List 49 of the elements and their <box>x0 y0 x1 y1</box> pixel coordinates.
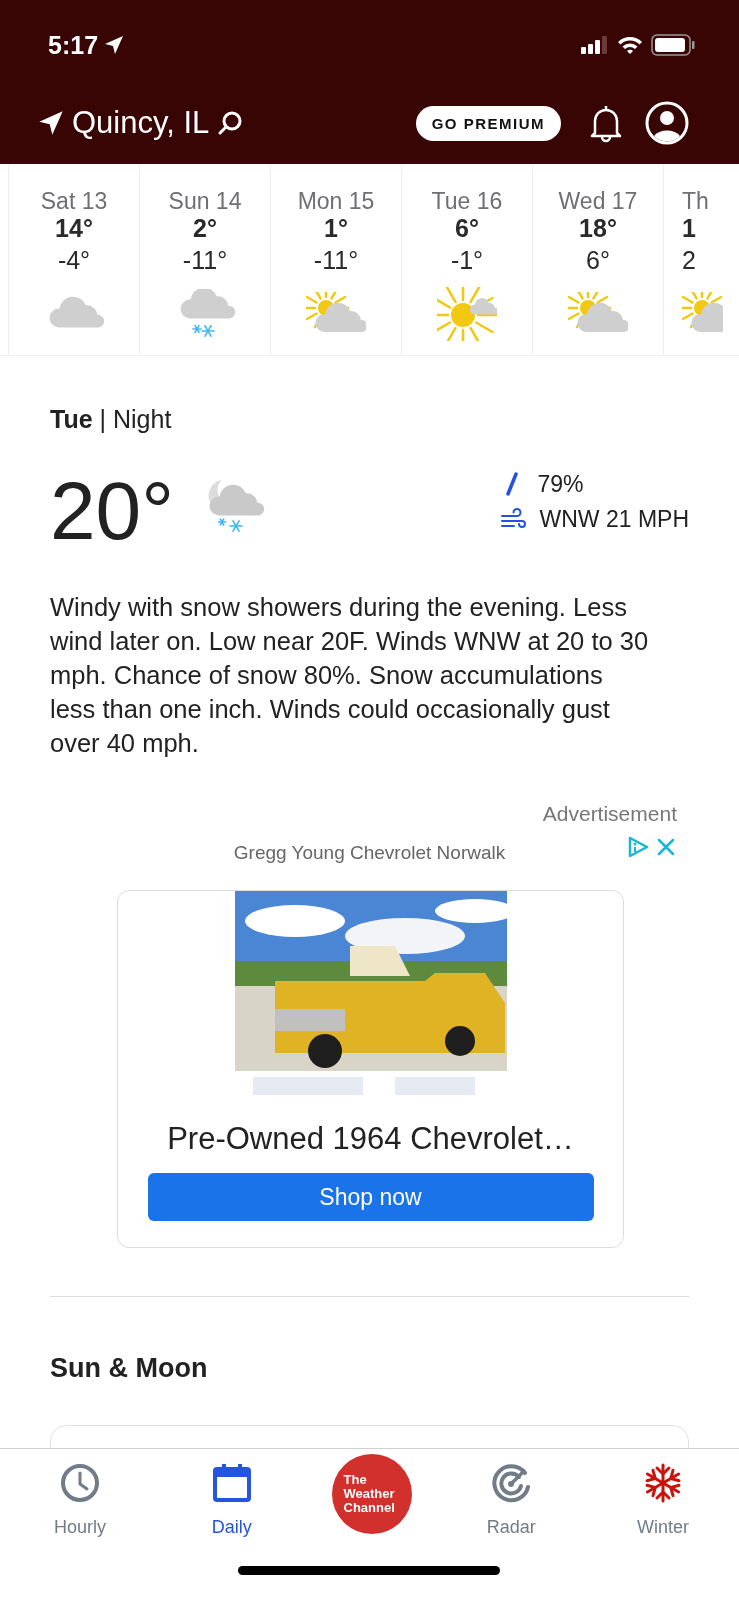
low-temperature: -4° <box>57 245 91 276</box>
current-temperature: 20° <box>50 466 174 556</box>
advertiser-name: Gregg Young Chevrolet Norwalk <box>233 842 506 864</box>
sun-cloud-icon <box>437 287 497 341</box>
day-label: Wed 17 <box>558 188 638 214</box>
battery-icon <box>651 34 695 56</box>
low-temperature: 6° <box>586 245 610 276</box>
day-label: Th <box>682 188 709 214</box>
signal-icon <box>581 36 609 54</box>
low-temperature: -1° <box>450 245 484 276</box>
status-time: 5:17 <box>48 30 99 60</box>
high-temperature: 2° <box>193 214 217 242</box>
calendar-icon <box>211 1463 252 1503</box>
ad-headline: Pre-Owned 1964 Chevrolet… <box>167 1120 574 1158</box>
tab[interactable]: Hourly <box>28 1449 132 1538</box>
high-temperature: 14° <box>55 214 93 242</box>
weather-channel-logo[interactable]: The Weather Channel <box>331 1454 412 1534</box>
high-temperature: 1 <box>682 214 696 242</box>
account-icon[interactable] <box>645 101 689 145</box>
day-label: Mon 15 <box>297 188 375 214</box>
location-arrow-icon <box>38 110 64 136</box>
location-arrow-icon <box>104 35 125 55</box>
low-temperature: 2 <box>682 245 696 276</box>
tab[interactable]: Winter <box>611 1449 715 1538</box>
high-temperature: 1° <box>324 214 348 242</box>
day-label: Tue 16 <box>431 188 503 214</box>
high-temperature: 6° <box>455 214 479 242</box>
period-title: Tue | Night <box>50 404 173 434</box>
day-label: Sun 14 <box>168 188 242 214</box>
tab[interactable]: Daily <box>179 1449 284 1538</box>
advertisement-label: Advertisement <box>541 801 677 827</box>
bell-icon[interactable] <box>589 103 623 143</box>
precipitation-chance: 79% <box>537 471 584 498</box>
low-temperature: -11° <box>182 245 228 276</box>
premium-button[interactable]: GO PREMIUM <box>415 105 561 141</box>
tab[interactable]: Radar <box>459 1449 564 1538</box>
search-icon[interactable] <box>217 110 244 136</box>
high-temperature: 18° <box>579 214 617 242</box>
wifi-icon <box>617 35 643 55</box>
radar-icon <box>491 1463 532 1503</box>
forecast-description: Windy with snow showers during the evening. Less wind later on. Low near 20F. Winds WNW at 20 to 30 mph. Chance of snow 80%. Snow accumulations less than one inch. Winds could occasionally gust over 40 mph. <box>50 592 650 759</box>
shop-now-button[interactable]: Shop now <box>147 1173 594 1221</box>
low-temperature: -11° <box>313 245 359 276</box>
snowflake-icon <box>643 1463 683 1503</box>
clock-icon <box>60 1463 100 1503</box>
day-label: Sat 13 <box>40 188 108 214</box>
location-name[interactable]: Quincy, IL <box>72 105 210 141</box>
section-title: Sun & Moon <box>50 1352 209 1385</box>
wind-reading: WNW 21 MPH <box>539 506 689 533</box>
